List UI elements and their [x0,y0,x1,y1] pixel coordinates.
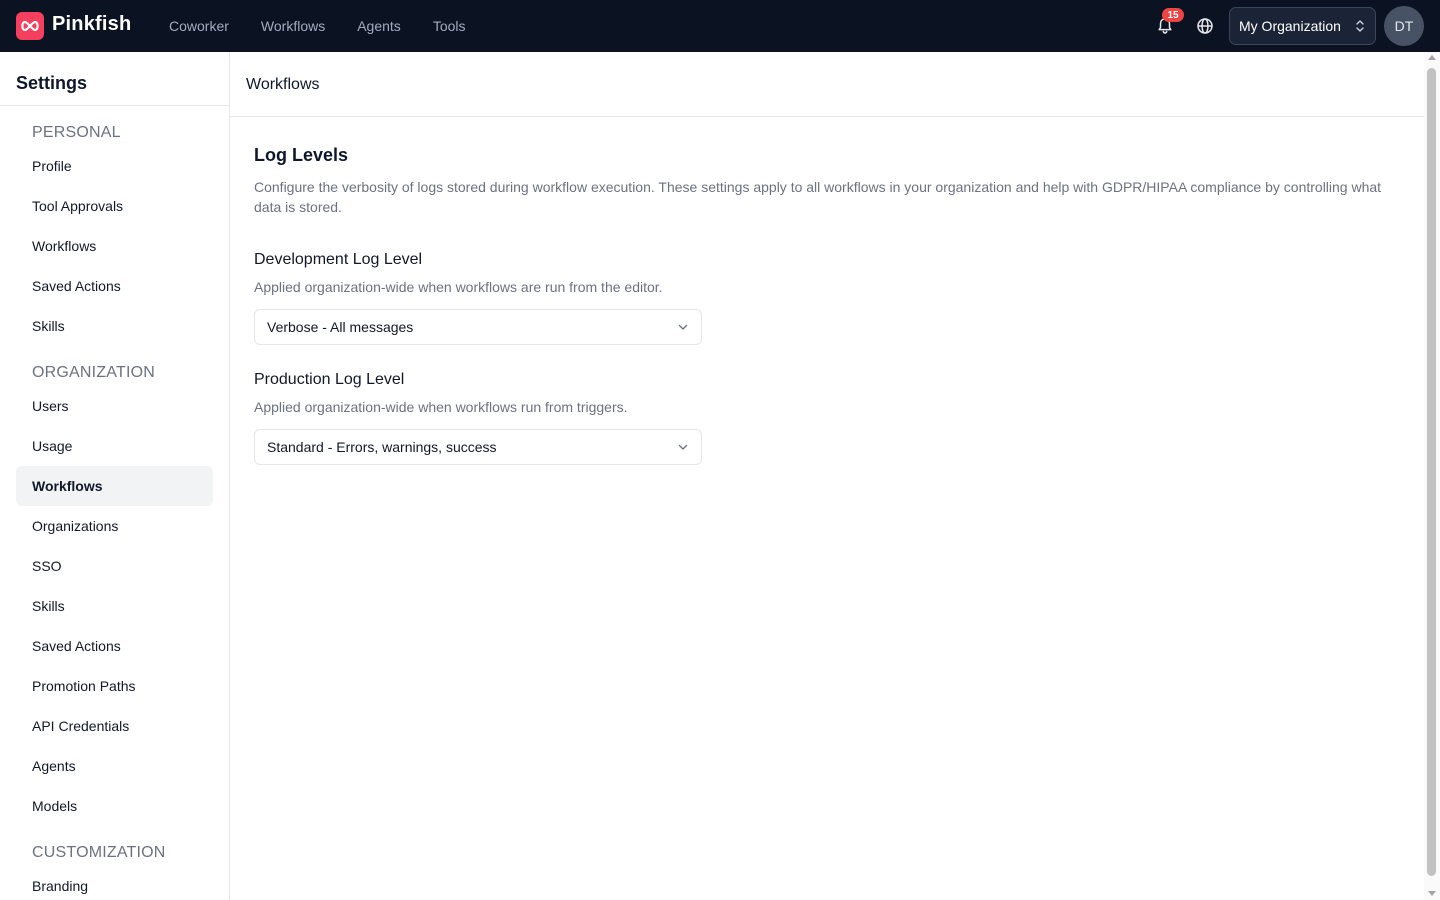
dev-log-level-select[interactable]: Verbose - All messages [254,309,702,345]
sidebar-item-agents[interactable]: Agents [16,746,213,786]
section-heading-customization: CUSTOMIZATION [32,844,166,861]
sidebar-item-org-workflows[interactable]: Workflows [16,466,213,506]
sidebar-item-usage[interactable]: Usage [16,426,213,466]
chevron-up-down-icon [1356,20,1364,32]
nav-tools[interactable]: Tools [417,18,482,34]
sidebar-item-org-saved-actions[interactable]: Saved Actions [16,626,213,666]
sidebar-item-models[interactable]: Models [16,786,213,826]
dev-log-level-label: Development Log Level [254,251,423,268]
sidebar-item-org-skills[interactable]: Skills [16,586,213,626]
section-heading-organization: ORGANIZATION [32,364,155,381]
log-levels-description: Configure the verbosity of logs stored d… [254,179,1382,215]
organization-name: My Organization [1239,18,1341,34]
scrollbar-thumb[interactable] [1427,68,1436,876]
section-heading-personal: PERSONAL [32,124,121,141]
sidebar-item-organizations[interactable]: Organizations [16,506,213,546]
sidebar-item-api-credentials[interactable]: API Credentials [16,706,213,746]
dev-log-level-value: Verbose - All messages [267,319,414,335]
prod-log-level-select[interactable]: Standard - Errors, warnings, success [254,429,702,465]
prod-log-level-value: Standard - Errors, warnings, success [267,439,497,455]
nav-coworker[interactable]: Coworker [153,18,245,34]
prod-log-level-help: Applied organization-wide when workflows… [254,399,628,415]
user-avatar[interactable]: DT [1384,6,1424,46]
brand-name[interactable]: Pinkfish [52,13,131,36]
prod-log-level-label: Production Log Level [254,371,405,388]
sidebar-item-personal-skills[interactable]: Skills [16,306,213,346]
sidebar-item-users[interactable]: Users [16,386,213,426]
main-header: Workflows [230,52,1424,117]
nav-workflows[interactable]: Workflows [245,18,341,34]
infinity-icon [21,20,39,32]
top-navigation-bar: Pinkfish Coworker Workflows Agents Tools… [0,0,1440,52]
scroll-down-arrow-icon[interactable] [1428,891,1436,896]
top-nav: Coworker Workflows Agents Tools [153,0,482,52]
globe-icon[interactable] [1195,16,1215,36]
chevron-down-icon [678,444,688,450]
sidebar-item-personal-workflows[interactable]: Workflows [16,226,213,266]
dev-log-level-help: Applied organization-wide when workflows… [254,279,663,295]
sidebar-item-branding[interactable]: Branding [16,866,213,900]
pinkfish-logo-icon[interactable] [16,12,44,40]
settings-sidebar: Settings PERSONAL Profile Tool Approvals… [0,52,230,900]
sidebar-item-profile[interactable]: Profile [16,146,213,186]
chevron-down-icon [678,324,688,330]
organization-switcher[interactable]: My Organization [1229,7,1376,45]
sidebar-item-sso[interactable]: SSO [16,546,213,586]
sidebar-item-promotion-paths[interactable]: Promotion Paths [16,666,213,706]
sidebar-title: Settings [16,73,88,93]
nav-agents[interactable]: Agents [341,18,417,34]
sidebar-item-personal-saved-actions[interactable]: Saved Actions [16,266,213,306]
sidebar-item-tool-approvals[interactable]: Tool Approvals [16,186,213,226]
page-title: Workflows [246,76,320,93]
notification-badge: 15 [1162,8,1184,22]
main-scrollbar[interactable] [1424,52,1440,900]
log-levels-title: Log Levels [254,145,349,165]
main-content: Workflows Log Levels Configure the verbo… [230,52,1424,900]
sidebar-divider [0,105,229,106]
scroll-up-arrow-icon[interactable] [1428,55,1436,60]
